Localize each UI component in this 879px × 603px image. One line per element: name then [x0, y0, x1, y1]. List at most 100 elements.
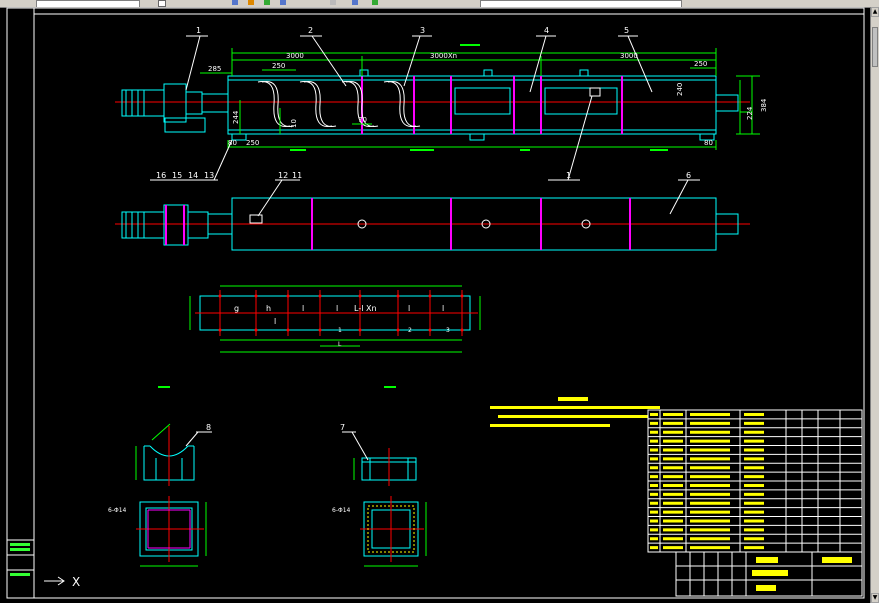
bill-of-materials — [647, 409, 863, 597]
six-holes-label-b: 6-Φ14 — [332, 507, 351, 514]
layout-label-l5: l — [274, 317, 276, 326]
drive-motor — [121, 83, 229, 133]
drawing-canvas[interactable]: 3000 3000Xn 3000 285 250 250 70 10 80 25… — [0, 0, 879, 603]
bom-cell-text — [650, 546, 658, 550]
bom-cell-text — [690, 528, 730, 532]
balloon-8: 8 — [206, 423, 211, 432]
dim-3000-a: 3000 — [286, 52, 304, 60]
layout-label-h: h — [266, 304, 271, 313]
layout-label-l2: l — [336, 304, 338, 313]
foundation-layout: g h l l L-l Xn l l l 1 2 3 L — [189, 285, 481, 353]
bom-cell-text — [744, 475, 764, 479]
bom-cell-text — [690, 519, 730, 523]
bom-cell-text — [650, 492, 658, 496]
dim-244: 244 — [232, 110, 240, 124]
bom-cell-text — [690, 439, 730, 443]
bom-cell-text — [650, 439, 658, 443]
support-detail-left: 6-Φ14 — [108, 386, 212, 567]
drawing-frame — [6, 7, 865, 599]
bom-cell-text — [690, 421, 730, 425]
bom-cell-text — [663, 484, 683, 487]
trough-outline — [227, 75, 717, 135]
bom-cell-text — [650, 413, 658, 416]
balloon-15: 15 — [172, 171, 182, 180]
bom-cell-text — [663, 475, 683, 479]
bom-cell-text — [650, 421, 658, 425]
layout-label-g: g — [234, 304, 239, 313]
bom-cell-text — [663, 528, 683, 532]
bom-cell-text — [663, 501, 683, 505]
bom-cell-text — [744, 413, 764, 416]
bom-cell-text — [663, 421, 683, 425]
balloon-1b: 1 — [566, 171, 571, 180]
bom-cell-text — [690, 492, 730, 496]
bom-cell-text — [650, 475, 658, 479]
bom-cell-text — [650, 537, 658, 541]
balloon-12: 12 — [278, 171, 288, 180]
bom-cell-text — [744, 501, 764, 505]
balloon-6: 6 — [686, 171, 691, 180]
technical-notes — [490, 397, 660, 427]
bom-cell-text — [650, 466, 658, 470]
bom-cell-text — [744, 430, 764, 434]
bom-cell-text — [744, 492, 764, 496]
bom-cell-text — [744, 484, 764, 487]
bom-cell-text — [650, 528, 658, 532]
bom-cell-text — [744, 510, 764, 514]
bom-cell-text — [690, 475, 730, 479]
dim-240: 240 — [676, 83, 684, 96]
layout-label-l1: l — [302, 304, 304, 313]
layout-label-one: 1 — [338, 327, 342, 334]
dim-384: 384 — [760, 98, 768, 112]
bom-cell-text — [744, 546, 764, 550]
balloon-5: 5 — [624, 26, 629, 35]
dim-250-c: 250 — [246, 139, 259, 147]
bom-cell-text — [744, 448, 764, 452]
bom-cell-text — [744, 537, 764, 541]
balloon-4: 4 — [544, 26, 549, 35]
dim-10: 10 — [290, 119, 298, 128]
balloon-16: 16 — [156, 171, 166, 180]
bom-cell-text — [744, 519, 764, 523]
balloon-2: 2 — [308, 26, 313, 35]
balloon-13: 13 — [204, 171, 214, 180]
bom-cell-text — [690, 466, 730, 470]
dim-70: 70 — [358, 116, 367, 124]
bom-cell-text — [744, 421, 764, 425]
layout-label-l4: l — [442, 304, 444, 313]
dim-285: 285 — [208, 65, 221, 73]
dim-80-b: 80 — [704, 139, 713, 147]
screw-flights — [257, 80, 421, 128]
bom-cell-text — [690, 430, 730, 434]
bom-cell-text — [744, 466, 764, 470]
bom-cell-text — [663, 519, 683, 523]
bom-cell-text — [663, 492, 683, 496]
bom-cell-text — [690, 484, 730, 487]
bom-cell-text — [650, 519, 658, 523]
plan-view — [115, 197, 750, 251]
dim-224: 224 — [746, 106, 754, 120]
bom-cell-text — [663, 466, 683, 470]
ucs-icon — [44, 576, 65, 586]
bom-cell-text — [663, 546, 683, 550]
bom-cell-text — [744, 457, 764, 461]
balloon-11: 11 — [292, 171, 302, 180]
support-detail-right: 6-Φ14 — [332, 386, 427, 567]
bom-cell-text — [690, 448, 730, 452]
bom-cell-text — [650, 430, 658, 434]
bom-cell-text — [663, 537, 683, 541]
layout-label-l3: l — [408, 304, 410, 313]
frame-label-blocks — [10, 543, 30, 576]
bom-cell-text — [650, 510, 658, 514]
layout-label-lxn: L-l Xn — [354, 304, 377, 313]
bom-cell-text — [690, 413, 730, 416]
six-holes-label-a: 6-Φ14 — [108, 507, 127, 514]
layout-label-L: L — [338, 341, 342, 348]
bom-cell-text — [690, 546, 730, 550]
layout-label-two: 2 — [408, 327, 412, 334]
balloon-14: 14 — [188, 171, 198, 180]
bom-cell-text — [690, 537, 730, 541]
dim-3000xn: 3000Xn — [430, 52, 457, 60]
balloon-3: 3 — [420, 26, 425, 35]
bom-cell-text — [690, 501, 730, 505]
